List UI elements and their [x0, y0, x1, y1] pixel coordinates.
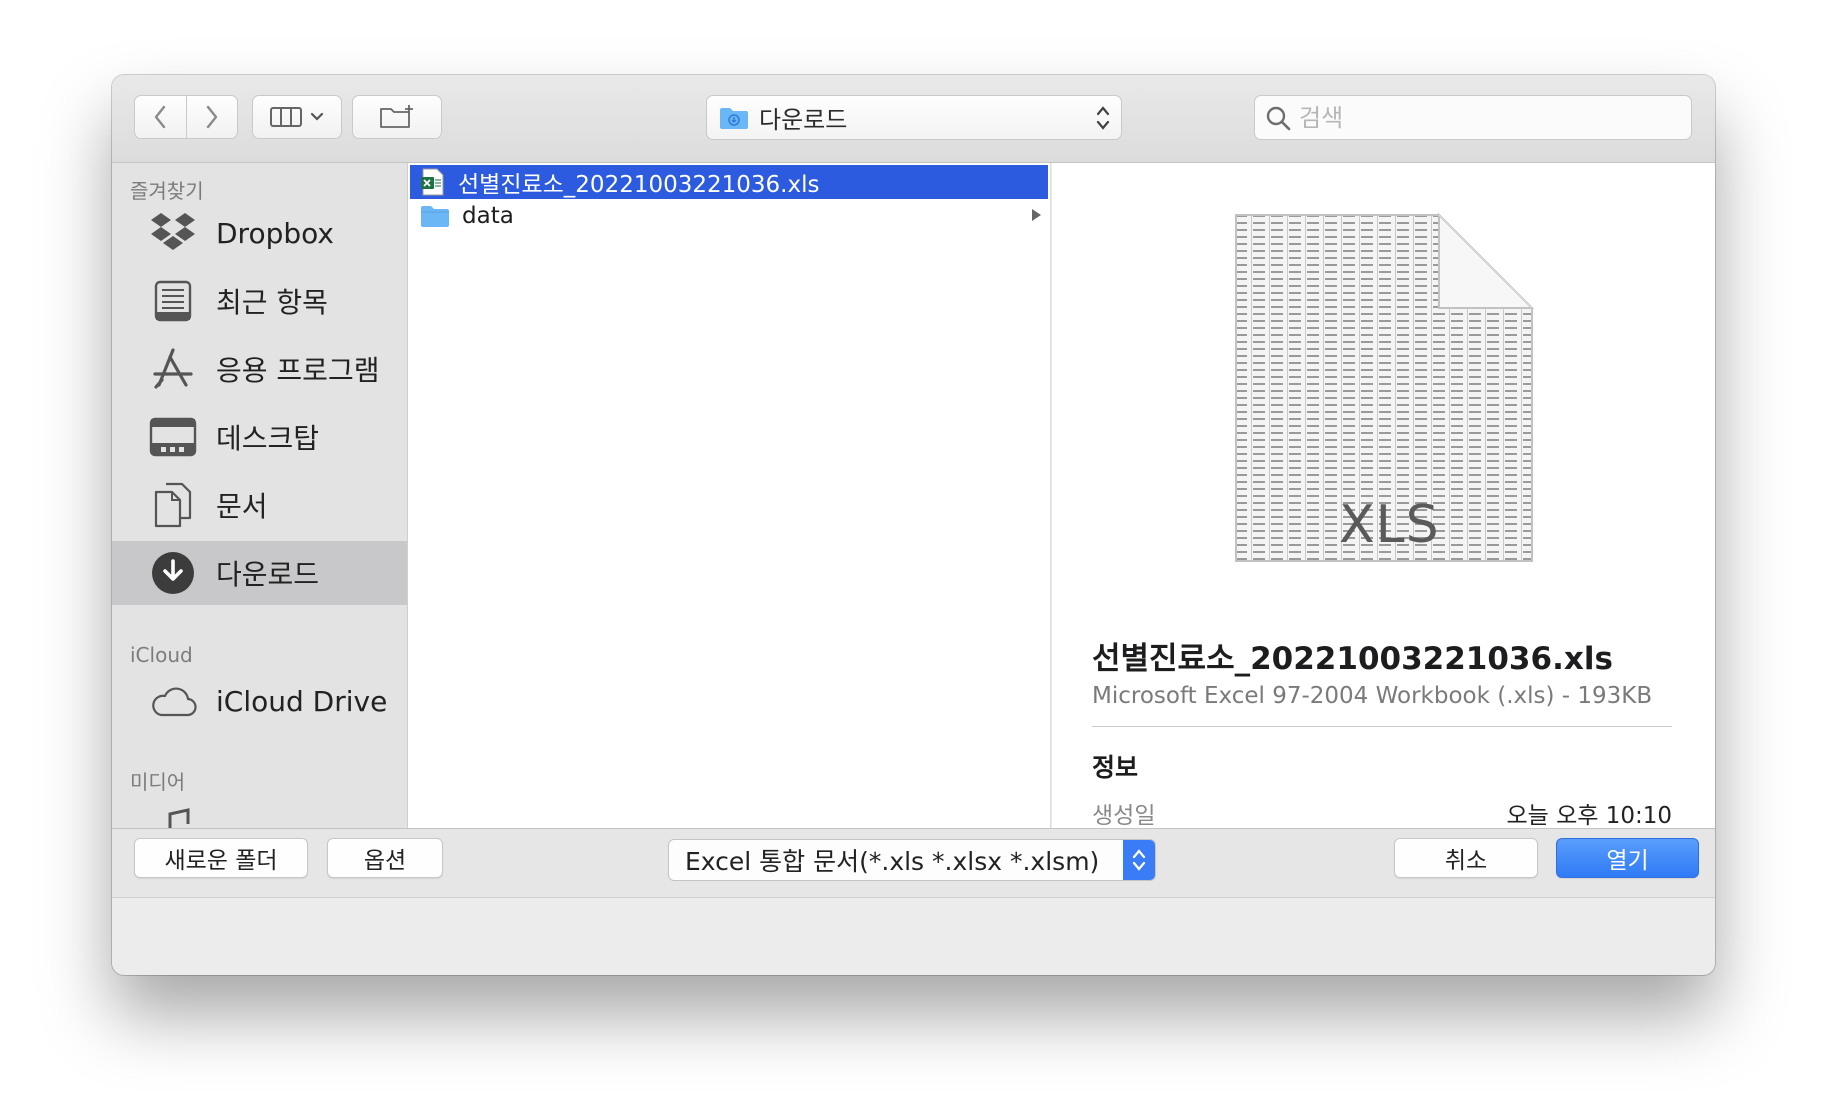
doc-badge: XLS [1339, 495, 1440, 555]
excel-file-icon [421, 168, 444, 196]
favorites-section-title: 즐겨찾기 [130, 179, 204, 203]
sidebar-item-dropbox[interactable]: Dropbox [112, 201, 407, 265]
sidebar-item-applications[interactable]: 응용 프로그램 [112, 337, 407, 401]
sidebar-item-downloads[interactable]: 다운로드 [112, 541, 407, 605]
sidebar-item-label: 문서 [216, 490, 268, 523]
preview-divider [1092, 726, 1672, 727]
created-value: 오늘 오후 10:10 [1506, 803, 1672, 829]
preview-pane: XLS 선별진료소_20221003221036.xls Microsoft E… [1052, 163, 1715, 830]
preview-file-title: 선별진료소_20221003221036.xls [1092, 641, 1613, 677]
icloud-icon [148, 676, 198, 726]
chevron-down-icon [310, 112, 324, 121]
file-list: 선별진료소_20221003221036.xls data [408, 163, 1051, 828]
open-button[interactable]: 열기 [1556, 838, 1699, 878]
folder-name: data [462, 203, 514, 229]
media-section-title: 미디어 [130, 770, 186, 794]
new-folder-icon [380, 105, 413, 128]
folder-row[interactable]: data [410, 199, 1048, 233]
back-button[interactable] [135, 96, 186, 138]
sidebar-item-label: 응용 프로그램 [216, 354, 380, 387]
disclosure-arrow-icon [1032, 209, 1041, 221]
documents-icon [148, 480, 198, 530]
file-type-label: Excel 통합 문서(*.xls *.xlsx *.xlsm) [685, 847, 1100, 876]
columns-view-icon [270, 107, 302, 127]
cancel-button[interactable]: 취소 [1394, 838, 1538, 878]
icloud-section-title: iCloud [130, 643, 193, 667]
recents-icon [148, 276, 198, 326]
sidebar-item-label: iCloud Drive [216, 684, 388, 718]
search-input[interactable] [1299, 103, 1659, 132]
chevron-left-icon [155, 105, 166, 129]
new-folder-button[interactable]: 새로운 폴더 [134, 838, 308, 878]
file-name: 선별진료소_20221003221036.xls [458, 172, 820, 198]
preview-file-subtitle: Microsoft Excel 97-2004 Workbook (.xls) … [1092, 683, 1653, 709]
new-folder-toolbar-button[interactable] [352, 95, 442, 139]
sidebar-item-label: 데스크탑 [216, 422, 320, 455]
dropbox-icon [148, 208, 198, 258]
sidebar: 즐겨찾기 Dropbox 최근 항목 응용 프로그램 데스크탑 문서 다운로드 … [112, 163, 408, 828]
open-file-dialog: 다운로드 즐겨찾기 Dropbox 최근 항목 응용 프로그램 [112, 75, 1715, 975]
desktop-icon [148, 412, 198, 462]
sidebar-item-label: 최근 항목 [216, 286, 328, 319]
sidebar-item-label: Dropbox [216, 216, 334, 250]
file-type-popup[interactable]: Excel 통합 문서(*.xls *.xlsx *.xlsm) [668, 839, 1156, 881]
popup-stepper [1123, 840, 1155, 880]
sidebar-item-documents[interactable]: 문서 [112, 473, 407, 537]
sidebar-item-icloud-drive[interactable]: iCloud Drive [112, 669, 407, 733]
music-icon [162, 808, 192, 828]
created-row: 생성일 오늘 오후 10:10 [1092, 796, 1672, 830]
navigation-buttons [134, 95, 238, 139]
info-heading: 정보 [1092, 753, 1139, 782]
updown-chevron-icon [1132, 849, 1146, 871]
location-popup[interactable]: 다운로드 [706, 95, 1122, 140]
options-button[interactable]: 옵션 [327, 838, 443, 878]
search-icon [1266, 106, 1291, 130]
view-mode-button[interactable] [252, 95, 342, 139]
forward-button[interactable] [185, 96, 237, 138]
folder-icon [421, 206, 449, 227]
sidebar-item-desktop[interactable]: 데스크탑 [112, 405, 407, 469]
xls-document-icon: XLS [1234, 212, 1535, 563]
location-label: 다운로드 [759, 106, 848, 134]
created-label: 생성일 [1092, 803, 1156, 829]
applications-icon [148, 344, 198, 394]
toolbar: 다운로드 [112, 75, 1715, 163]
search-field[interactable] [1254, 95, 1692, 140]
file-row[interactable]: 선별진료소_20221003221036.xls [410, 165, 1048, 199]
updown-chevron-icon [1096, 106, 1110, 130]
sidebar-item-label: 다운로드 [216, 558, 320, 591]
chevron-right-icon [206, 105, 218, 129]
sidebar-item-recents[interactable]: 최근 항목 [112, 269, 407, 333]
downloads-folder-icon [720, 107, 748, 129]
downloads-icon [148, 548, 198, 598]
